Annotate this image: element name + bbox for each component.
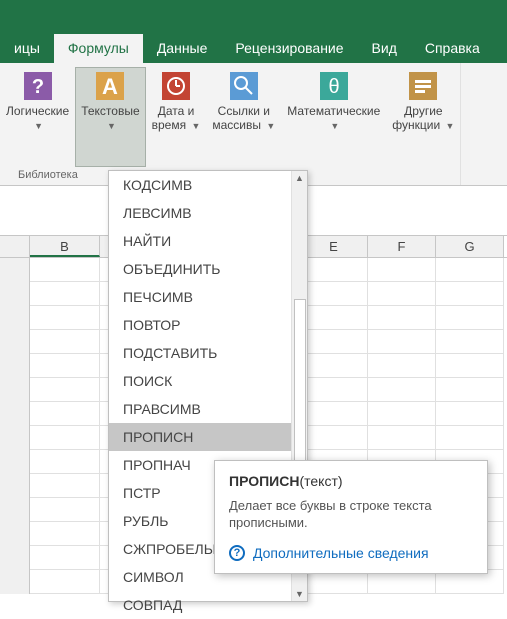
more-label1: Другие	[404, 104, 442, 118]
svg-text:?: ?	[31, 76, 43, 98]
tab-help[interactable]: Справка	[411, 34, 494, 63]
clock-icon	[160, 70, 192, 102]
help-icon: ?	[229, 545, 245, 561]
dropdown-item[interactable]: КОДСИМВ	[109, 171, 307, 199]
dropdown-item[interactable]: ПРОПИСН	[109, 423, 307, 451]
function-tooltip: ПРОПИСН(текст) Делает все буквы в строке…	[214, 460, 488, 574]
dropdown-item[interactable]: ПЕЧСИМВ	[109, 283, 307, 311]
more-icon	[407, 70, 439, 102]
tab-review[interactable]: Рецензирование	[221, 34, 357, 63]
chevron-down-icon: ▼	[107, 119, 116, 133]
tab-pagelayout[interactable]: ицы	[0, 34, 54, 63]
scroll-down-icon[interactable]: ▼	[292, 587, 307, 601]
dropdown-item[interactable]: ПОВТОР	[109, 311, 307, 339]
math-label: Математические	[287, 104, 380, 118]
dropdown-item[interactable]: ЛЕВСИМВ	[109, 199, 307, 227]
lookup-label1: Ссылки и	[218, 104, 270, 118]
chevron-down-icon: ▼	[446, 119, 455, 133]
lookup-label2: массивы	[212, 118, 261, 132]
logical-button[interactable]: ? Логические▼	[0, 67, 75, 167]
tab-formulas[interactable]: Формулы	[54, 34, 143, 63]
column-header[interactable]: G	[436, 236, 504, 257]
chevron-down-icon: ▼	[266, 119, 275, 133]
text-label: Текстовые	[81, 104, 139, 118]
lookup-button[interactable]: Ссылки имассивы ▼	[206, 67, 281, 167]
svg-text:θ: θ	[328, 76, 339, 98]
dropdown-item[interactable]: ОБЪЕДИНИТЬ	[109, 255, 307, 283]
tooltip-description: Делает все буквы в строке текста прописн…	[229, 497, 473, 531]
chevron-down-icon: ▼	[34, 119, 43, 133]
tooltip-title: ПРОПИСН(текст)	[229, 473, 473, 489]
tooltip-help-link[interactable]: ? Дополнительные сведения	[229, 545, 473, 561]
column-header[interactable]: E	[300, 236, 368, 257]
logical-label: Логические	[6, 104, 69, 118]
dropdown-item[interactable]: ПРАВСИМВ	[109, 395, 307, 423]
text-button[interactable]: A Текстовые▼	[75, 67, 145, 167]
date-button[interactable]: Дата ивремя ▼	[146, 67, 207, 167]
date-label1: Дата и	[158, 104, 195, 118]
dropdown-item[interactable]: ПОДСТАВИТЬ	[109, 339, 307, 367]
ribbon-tabs: ицы Формулы Данные Рецензирование Вид Сп…	[0, 34, 507, 63]
lookup-icon	[228, 70, 260, 102]
svg-text:A: A	[102, 74, 118, 99]
ribbon-group-label: Библиотека	[0, 167, 84, 183]
date-label2: время	[152, 118, 186, 132]
column-header[interactable]: B	[30, 236, 100, 257]
theta-icon: θ	[318, 70, 350, 102]
tab-view[interactable]: Вид	[358, 34, 411, 63]
dropdown-item[interactable]: ПОИСК	[109, 367, 307, 395]
title-bar	[0, 0, 507, 34]
column-header[interactable]: F	[368, 236, 436, 257]
select-all-corner[interactable]	[0, 236, 30, 257]
tooltip-link-text: Дополнительные сведения	[253, 545, 429, 561]
more-label2: функции	[392, 118, 440, 132]
dropdown-item[interactable]: НАЙТИ	[109, 227, 307, 255]
chevron-down-icon: ▼	[191, 119, 200, 133]
tab-data[interactable]: Данные	[143, 34, 222, 63]
ribbon: ? Логические▼ A Текстовые▼ Дата ивремя ▼	[0, 63, 507, 186]
scroll-up-icon[interactable]: ▲	[292, 171, 307, 185]
math-button[interactable]: θ Математические▼	[281, 67, 386, 167]
question-icon: ?	[22, 70, 54, 102]
more-button[interactable]: Другиефункции ▼	[386, 67, 460, 167]
text-icon: A	[94, 70, 126, 102]
chevron-down-icon: ▼	[330, 119, 339, 133]
dropdown-item[interactable]: СОВПАД	[109, 591, 307, 619]
